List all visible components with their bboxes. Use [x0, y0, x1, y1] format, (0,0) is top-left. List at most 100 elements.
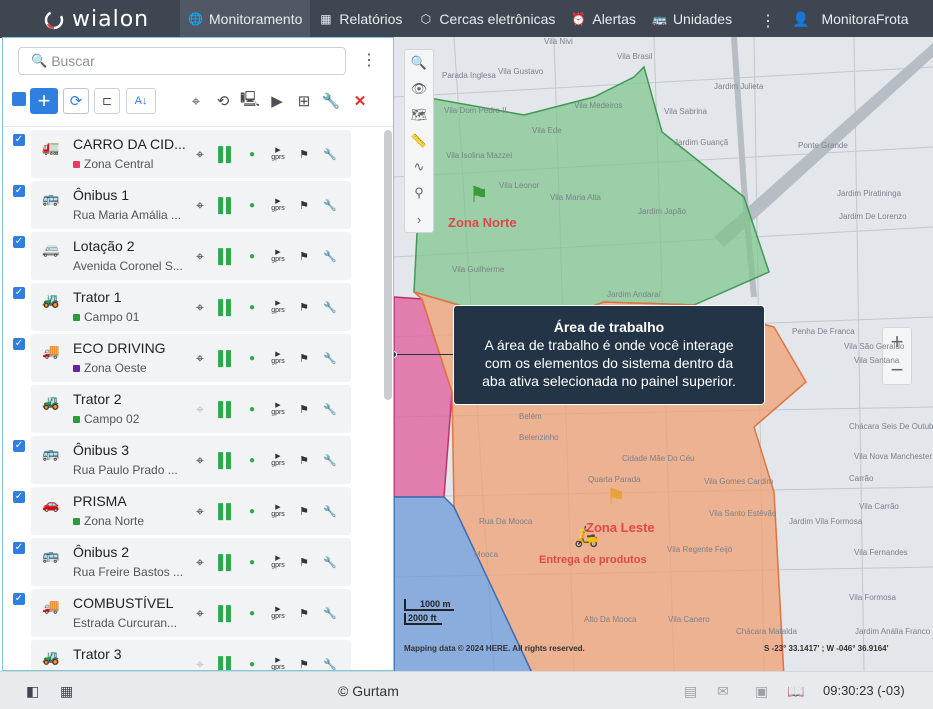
unit-row[interactable]: ✓ 🚌 Ônibus 1 Rua Maria Amália ... ⌖ ▌▌ ●… — [3, 181, 379, 229]
close-icon[interactable]: ✕ — [347, 88, 373, 114]
book-icon[interactable]: 📖 — [787, 683, 804, 700]
motion-state-icon[interactable]: ▌▌ — [213, 348, 239, 368]
gprs-icon[interactable]: ▶ gprs — [265, 348, 291, 368]
status-dot-icon[interactable]: ● — [239, 654, 265, 670]
image-icon[interactable]: ▣ — [755, 683, 768, 700]
wrench-icon[interactable]: 🔧 — [318, 88, 344, 114]
expand-icon[interactable]: › — [405, 206, 433, 232]
locate-unit-icon[interactable]: ⌖ — [187, 450, 213, 470]
unit-row[interactable]: ✓ 🚚 COMBUSTÍVEL Estrada Curcuran... ⌖ ▌▌… — [3, 589, 379, 637]
map-layers-icon[interactable]: 🗺 — [405, 102, 433, 128]
wrench-icon[interactable]: 🔧 — [317, 552, 343, 572]
motion-state-icon[interactable]: ▌▌ — [213, 501, 239, 521]
flag-icon[interactable]: ⚑ — [291, 654, 317, 671]
wrench-icon[interactable]: 🔧 — [317, 348, 343, 368]
add-geofence-icon[interactable]: ⊞ — [291, 88, 317, 114]
locate-unit-icon[interactable]: ⌖ — [187, 246, 213, 266]
status-dot-icon[interactable]: ● — [239, 297, 265, 317]
flag-icon[interactable]: ⚑ — [291, 195, 317, 215]
status-dot-icon[interactable]: ● — [239, 501, 265, 521]
tree-view-button[interactable]: ⊏ — [94, 88, 120, 114]
wrench-icon[interactable]: 🔧 — [317, 501, 343, 521]
motion-state-icon[interactable]: ▌▌ — [213, 552, 239, 572]
locate-unit-icon[interactable]: ⌖ — [187, 501, 213, 521]
gprs-icon[interactable]: ▶ gprs — [265, 654, 291, 670]
motion-state-icon[interactable]: ▌▌ — [213, 144, 239, 164]
unit-name[interactable]: ECO DRIVING — [73, 340, 166, 356]
unit-name[interactable]: CARRO DA CID... — [73, 136, 186, 152]
unit-checkbox[interactable]: ✓ — [13, 542, 25, 554]
wrench-icon[interactable]: 🔧 — [317, 450, 343, 470]
unit-checkbox[interactable]: ✓ — [13, 287, 25, 299]
locate-unit-icon[interactable]: ⌖ — [187, 195, 213, 215]
status-dot-icon[interactable]: ● — [239, 450, 265, 470]
tab-cercas[interactable]: ⬡ Cercas eletrônicas — [410, 0, 563, 38]
motion-state-icon[interactable]: ▌▌ — [213, 195, 239, 215]
unit-name[interactable]: Trator 1 — [73, 289, 122, 305]
locate-unit-icon[interactable]: ⌖ — [187, 348, 213, 368]
locate-unit-icon[interactable]: ⌖ — [187, 144, 213, 164]
motion-state-icon[interactable]: ▌▌ — [213, 297, 239, 317]
unit-checkbox[interactable]: ✓ — [13, 236, 25, 248]
gprs-icon[interactable]: ▶ gprs — [265, 552, 291, 572]
locate-icon[interactable]: ⌖ — [183, 88, 209, 114]
status-dot-icon[interactable]: ● — [239, 195, 265, 215]
unit-checkbox[interactable]: ✓ — [13, 593, 25, 605]
unit-name[interactable]: Ônibus 3 — [73, 442, 129, 458]
search-input[interactable]: 🔍 Buscar — [18, 47, 346, 75]
gprs-icon[interactable]: ▶ gprs — [265, 195, 291, 215]
scrollbar[interactable] — [384, 130, 392, 400]
tab-alertas[interactable]: ⏰ Alertas — [563, 0, 644, 38]
gprs-icon[interactable]: ▶ gprs — [265, 450, 291, 470]
flag-icon[interactable]: ⚑ — [291, 603, 317, 623]
ruler-icon[interactable]: 📏 — [405, 128, 433, 154]
tab-monitoramento[interactable]: 🌐 Monitoramento — [180, 0, 311, 38]
wrench-icon[interactable]: 🔧 — [317, 246, 343, 266]
unit-row[interactable]: ✓ 🚛 CARRO DA CID... Zona Central ⌖ ▌▌ ● … — [3, 130, 379, 178]
wrench-icon[interactable]: 🔧 — [317, 603, 343, 623]
locate-unit-icon[interactable]: ⌖ — [187, 603, 213, 623]
locate-unit-icon[interactable]: ⌖ — [187, 552, 213, 572]
eye-icon[interactable]: 👁 — [405, 76, 433, 102]
wrench-icon[interactable]: 🔧 — [317, 144, 343, 164]
unit-row[interactable]: ✓ 🚐 Lotação 2 Avenida Coronel S... ⌖ ▌▌ … — [3, 232, 379, 280]
status-dot-icon[interactable]: ● — [239, 399, 265, 419]
unit-row[interactable]: ✓ 🚌 Ônibus 2 Rua Freire Bastos ... ⌖ ▌▌ … — [3, 538, 379, 586]
gprs-icon[interactable]: ▶ gprs — [265, 399, 291, 419]
wrench-icon[interactable]: 🔧 — [317, 195, 343, 215]
map-area[interactable]: 🔍 👁 🗺 📏 ∿ ⚲ › + − ⚑ Zona Norte ⚑ Zona Le… — [394, 37, 933, 671]
user-menu[interactable]: 👤 MonitoraFrota — [792, 0, 909, 38]
delivery-scooter-icon[interactable]: 🛵 — [574, 524, 599, 549]
gprs-icon[interactable]: ▶ gprs — [265, 144, 291, 164]
tab-relatorios[interactable]: ▦ Relatórios — [310, 0, 410, 38]
refresh-button[interactable]: ⟳ — [63, 88, 89, 114]
wrench-icon[interactable]: 🔧 — [317, 399, 343, 419]
unit-row[interactable]: ✓ 🚚 ECO DRIVING Zona Oeste ⌖ ▌▌ ● ▶ gprs … — [3, 334, 379, 382]
unit-row[interactable]: ✓ 🚌 Ônibus 3 Rua Paulo Prado ... ⌖ ▌▌ ● … — [3, 436, 379, 484]
unit-row[interactable]: 🚜 Trator 3 ⌖ ▌▌ ● ▶ gprs ⚑ 🔧 — [3, 640, 379, 670]
status-dot-icon[interactable]: ● — [239, 246, 265, 266]
panel-menu-icon[interactable]: ⋮ — [361, 50, 377, 70]
more-menu-icon[interactable]: ⋮ — [760, 11, 776, 31]
track-icon[interactable]: ⟲ — [210, 88, 236, 114]
add-unit-button[interactable]: + — [30, 88, 58, 114]
wrench-icon[interactable]: 🔧 — [317, 654, 343, 671]
map-search-icon[interactable]: 🔍 — [405, 50, 433, 76]
computer-icon[interactable]: 🖳 — [237, 88, 263, 114]
video-icon[interactable]: ▶ — [264, 88, 290, 114]
motion-state-icon[interactable]: ▌▌ — [213, 399, 239, 419]
gprs-icon[interactable]: ▶ gprs — [265, 297, 291, 317]
status-dot-icon[interactable]: ● — [239, 348, 265, 368]
locate-unit-icon[interactable]: ⌖ — [187, 297, 213, 317]
gprs-icon[interactable]: ▶ gprs — [265, 603, 291, 623]
flag-icon[interactable]: ⚑ — [291, 552, 317, 572]
sort-button[interactable]: A↓ — [126, 88, 156, 114]
wialon-logo[interactable]: wialon — [44, 7, 149, 32]
flag-icon[interactable]: ⚑ — [291, 297, 317, 317]
flag-icon[interactable]: ⚑ — [291, 348, 317, 368]
unit-name[interactable]: Lotação 2 — [73, 238, 135, 254]
unit-name[interactable]: PRISMA — [73, 493, 127, 509]
status-dot-icon[interactable]: ● — [239, 603, 265, 623]
locate-unit-icon[interactable]: ⌖ — [187, 654, 213, 671]
waypoints-icon[interactable]: ⚲ — [405, 180, 433, 206]
